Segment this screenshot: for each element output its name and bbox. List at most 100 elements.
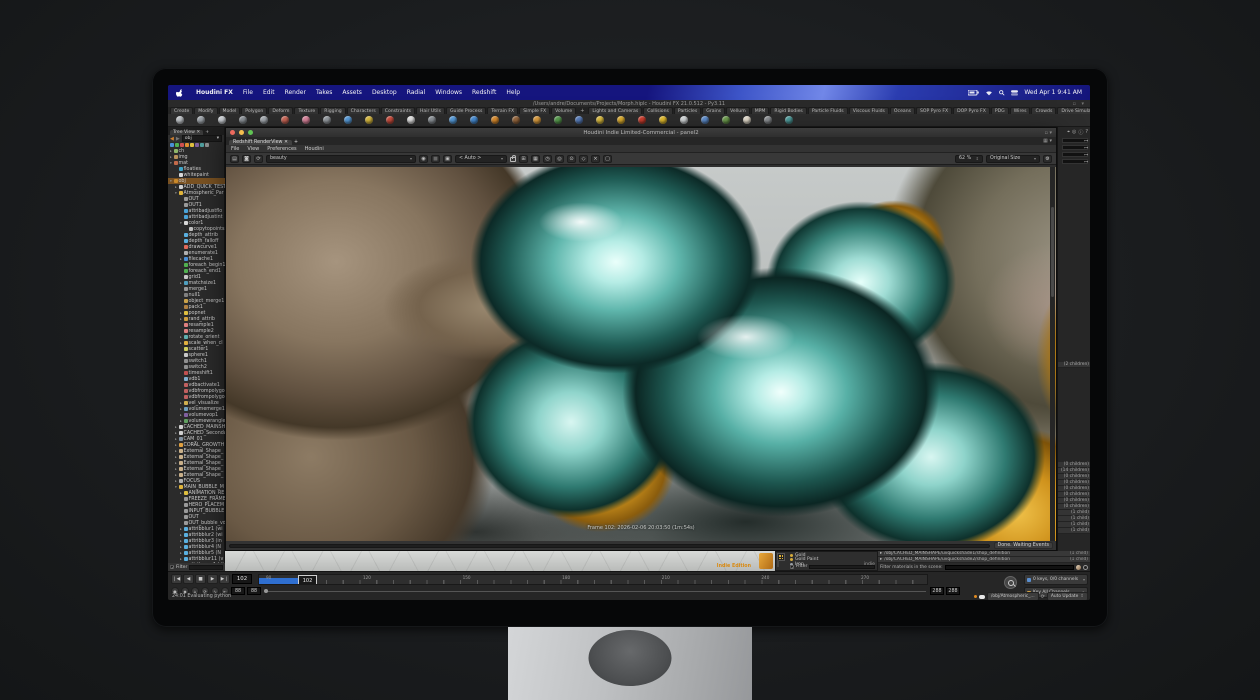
expand-arrow-icon[interactable]: ▸ [175, 461, 178, 465]
shelf-tool-icon[interactable] [575, 116, 583, 124]
window-pane-icons[interactable]: ▫ ▾ [1045, 130, 1053, 136]
display-flag-icon[interactable] [180, 143, 184, 147]
expand-arrow-icon[interactable]: ▸ [180, 413, 183, 417]
expand-arrow-icon[interactable]: ▸ [175, 455, 178, 459]
render-scrollbar[interactable] [1050, 167, 1055, 541]
shelf-tab[interactable]: Model [219, 107, 241, 114]
shelf-tool-icon[interactable] [785, 116, 793, 124]
shelf-tab[interactable]: Volume [551, 107, 576, 114]
jump-end-button[interactable]: ▶❘ [219, 574, 230, 584]
clock-button[interactable]: ◷ [543, 155, 552, 163]
shelf-tab[interactable]: Wires [1010, 107, 1031, 114]
crop-button[interactable]: ▣ [443, 155, 452, 163]
parameter-field[interactable]: ⊶ [1062, 159, 1088, 164]
shelf-tool-icon[interactable] [701, 116, 709, 124]
display-flag-icon[interactable] [190, 143, 194, 147]
list-item[interactable]: (1 child) [1058, 528, 1090, 534]
display-flag-icon[interactable] [195, 143, 199, 147]
connector-icon[interactable]: ⊶ [1084, 159, 1088, 164]
menubar-item[interactable]: Takes [311, 89, 337, 96]
menu-item[interactable]: Houdini [305, 146, 324, 152]
parameter-field[interactable]: ⊶ [1062, 152, 1088, 157]
compare-button[interactable]: ▢ [603, 155, 612, 163]
shelf-tab[interactable]: Vellum [726, 107, 750, 114]
menubar-item[interactable]: Radial [402, 89, 431, 96]
shelf-tab[interactable]: Oceans [890, 107, 915, 114]
shelf-tool-icon[interactable] [365, 116, 373, 124]
shelf-tab[interactable]: Drive Simulation [1057, 107, 1090, 114]
battery-icon[interactable] [968, 90, 979, 96]
parameter-field[interactable]: ⊶ [1062, 138, 1088, 143]
expand-arrow-icon[interactable]: ▸ [180, 491, 183, 495]
menubar-item[interactable]: Help [501, 89, 525, 96]
shelf-tool-icon[interactable] [659, 116, 667, 124]
shelf-tab[interactable]: Collisions [643, 107, 673, 114]
tree-path-field[interactable]: obj▾ [182, 135, 222, 142]
magnifier-icon[interactable]: ◎ [1072, 129, 1076, 136]
shelf-tool-icon[interactable] [323, 116, 331, 124]
shelf-tab[interactable]: Constraints [381, 107, 415, 114]
expand-arrow-icon[interactable]: ▸ [175, 431, 178, 435]
expand-arrow-icon[interactable]: ▸ [170, 155, 173, 159]
tab-redshift-renderview[interactable]: Redshift RenderView ✕ [229, 140, 292, 145]
global-start-field[interactable]: 88 [231, 587, 245, 595]
cloud-icon[interactable] [979, 595, 985, 599]
open-file-button[interactable]: ▤ [230, 155, 239, 163]
info-icon[interactable]: ⓘ [1078, 129, 1083, 136]
refresh-button[interactable]: ⟳ [254, 155, 263, 163]
shelf-tool-icon[interactable] [491, 116, 499, 124]
shelf-tool-icon[interactable] [680, 116, 688, 124]
menubar-item[interactable]: Render [280, 89, 311, 96]
expand-arrow-icon[interactable]: ▸ [880, 557, 882, 562]
menu-item[interactable]: File [231, 146, 239, 152]
clear-button[interactable]: × [591, 155, 600, 163]
network-editor[interactable]: Indie Edition [225, 551, 775, 571]
connector-icon[interactable]: ⊶ [1084, 145, 1088, 150]
expand-arrow-icon[interactable]: ▸ [180, 557, 183, 561]
shelf-tab[interactable]: Crowds [1031, 107, 1056, 114]
expand-arrow-icon[interactable]: ▸ [180, 533, 183, 537]
expand-arrow-icon[interactable]: ▸ [180, 539, 183, 543]
shelf-tool-icon[interactable] [617, 116, 625, 124]
expand-arrow-icon[interactable]: ▸ [175, 425, 178, 429]
expand-arrow-icon[interactable]: ▾ [170, 179, 173, 183]
expand-arrow-icon[interactable]: ▸ [180, 341, 183, 345]
shelf-tab[interactable]: Terrain FX [487, 107, 518, 114]
shelf-tool-icon[interactable] [176, 116, 184, 124]
snapshot-button[interactable]: ◉ [419, 155, 428, 163]
target-button[interactable]: ◎ [555, 155, 564, 163]
shelf-tool-icon[interactable] [470, 116, 478, 124]
expand-arrow-icon[interactable]: ▸ [180, 527, 183, 531]
keys-channels-dropdown[interactable]: 0 keys, 0/0 channels▾ [1024, 574, 1088, 585]
focus-button[interactable]: ⊙ [567, 155, 576, 163]
shelf-tool-icon[interactable] [764, 116, 772, 124]
shelf-tool-icon[interactable] [386, 116, 394, 124]
expand-arrow-icon[interactable]: ▾ [170, 161, 173, 165]
display-flag-icon[interactable] [175, 143, 179, 147]
stop-button[interactable]: ■ [195, 574, 206, 584]
expand-arrow-icon[interactable]: ▸ [180, 551, 183, 555]
zoom-level-field[interactable]: 62 %⇕ [955, 155, 983, 163]
menubar-app-name[interactable]: Houdini FX [191, 89, 238, 96]
menubar-item[interactable]: Redshift [467, 89, 501, 96]
help-icon[interactable]: ? [1085, 129, 1088, 136]
filter-checkbox[interactable]: ✓ [790, 565, 794, 569]
tiles-button[interactable]: ▦ [531, 155, 540, 163]
playhead[interactable]: 102 [298, 575, 317, 585]
menubar-item[interactable]: Desktop [367, 89, 402, 96]
range-slider-handle[interactable] [264, 589, 268, 593]
pane-layout-icons[interactable]: ▦ ▾ [1043, 138, 1052, 144]
expand-arrow-icon[interactable]: ▾ [175, 485, 178, 489]
expand-arrow-icon[interactable]: ▸ [175, 437, 178, 441]
expand-arrow-icon[interactable]: ▸ [180, 257, 183, 261]
shelf-tab[interactable]: MPM [751, 107, 770, 114]
shelf-tool-icon[interactable] [512, 116, 520, 124]
network-node[interactable] [759, 553, 773, 569]
play-forward-button[interactable]: ▶ [207, 574, 218, 584]
shelf-tab[interactable]: Texture [294, 107, 319, 114]
filter-input[interactable] [809, 565, 875, 569]
shelf-tool-icon[interactable] [449, 116, 457, 124]
expand-arrow-icon[interactable]: ▸ [180, 335, 183, 339]
forward-arrow-icon[interactable]: ▶ [176, 136, 180, 142]
auto-mode-dropdown[interactable]: < Auto >▾ [455, 155, 507, 163]
